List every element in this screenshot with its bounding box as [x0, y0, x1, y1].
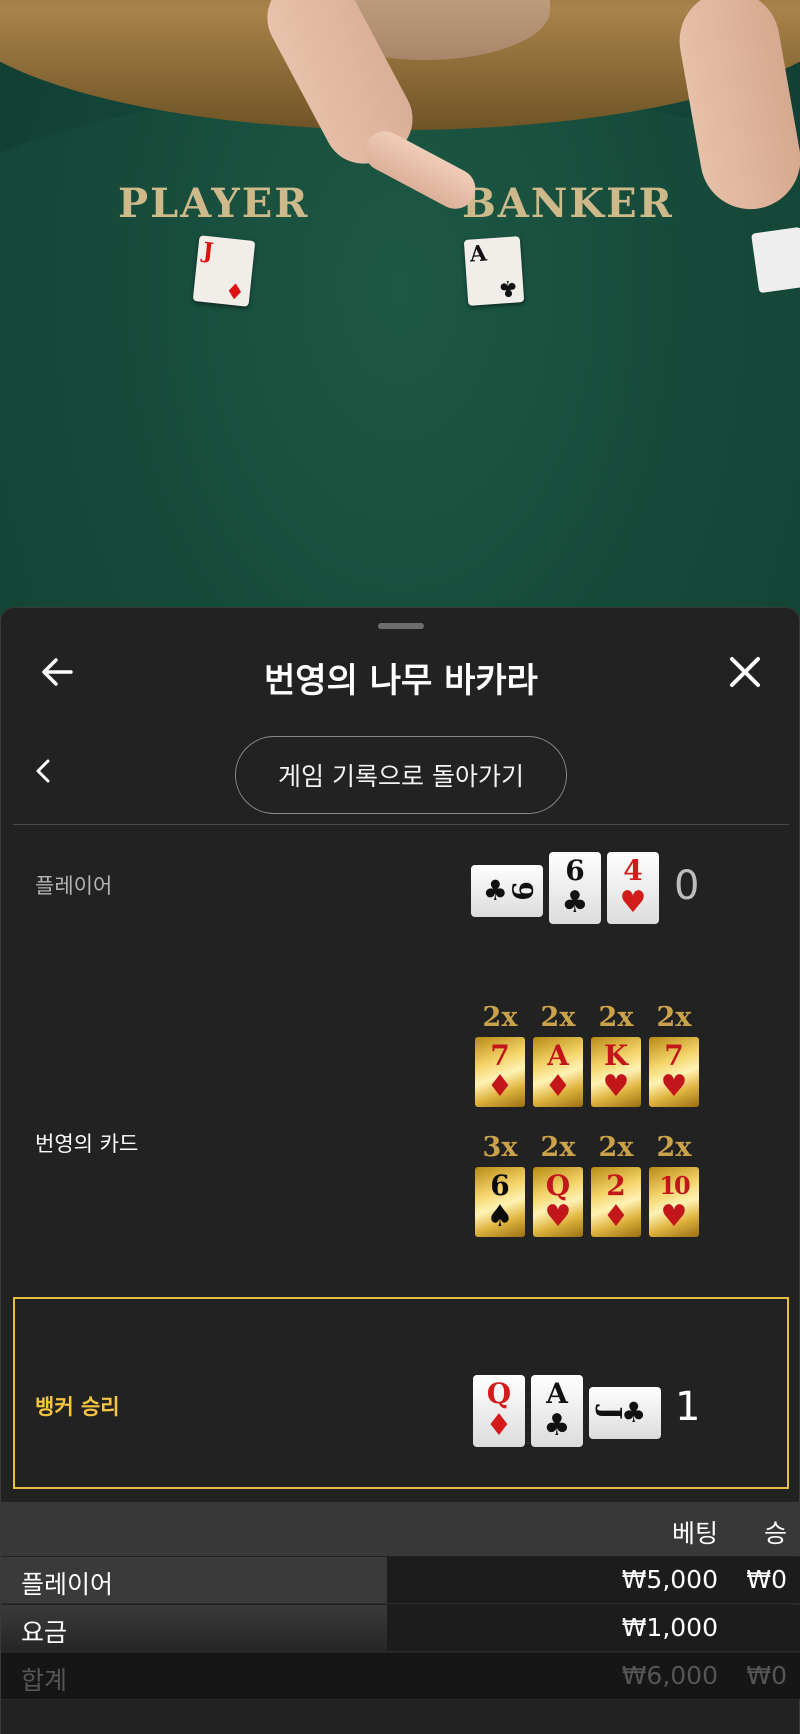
banker-total: 1 — [675, 1384, 701, 1430]
card-rank: 7 — [490, 1039, 510, 1072]
card-suit: ♣ — [561, 885, 589, 920]
win-amount: ₩0 — [746, 1565, 787, 1594]
banker-side-card: J♣ — [589, 1387, 661, 1439]
divider — [13, 824, 789, 825]
bonus-card: 7 ♥ — [649, 1037, 699, 1107]
card-rank: A — [546, 1377, 568, 1410]
card-suit: ♥ — [660, 1199, 688, 1234]
bonus-card: A ♦ — [533, 1037, 583, 1107]
card-suit: ♦ — [602, 1199, 630, 1234]
card-suit: ♥ — [544, 1199, 572, 1234]
table-banker-label: BANKER — [462, 180, 674, 227]
multiplier: 2x — [656, 1132, 692, 1163]
win-column-header: 승 — [763, 1519, 787, 1548]
card-rank: 2 — [606, 1169, 626, 1202]
card-rank: 9 — [505, 881, 539, 901]
bet-amount: ₩6,000 — [621, 1661, 718, 1690]
back-to-history-button[interactable]: 게임 기록으로 돌아가기 — [235, 736, 567, 814]
card-rank: 6 — [565, 854, 585, 887]
card-rank: 4 — [623, 854, 643, 887]
table-banker-card: A ♣ — [463, 236, 525, 306]
multiplier: 3x — [482, 1132, 518, 1163]
card-suit: ♦ — [486, 1069, 514, 1104]
table-row: 합계 ₩6,000 ₩0 — [1, 1653, 800, 1700]
card-suit: ♠ — [486, 1199, 514, 1234]
table-row: 요금 ₩1,000 — [1, 1605, 800, 1652]
card-rank: A — [547, 1039, 569, 1072]
win-amount: ₩0 — [746, 1661, 787, 1690]
bonus-card: K ♥ — [591, 1037, 641, 1107]
bonus-card: Q ♥ — [533, 1167, 583, 1237]
card-suit: ♦ — [544, 1069, 572, 1104]
bonus-card: 7 ♦ — [475, 1037, 525, 1107]
player-row-label: 플레이어 — [35, 874, 113, 898]
card-rank: A — [468, 240, 488, 268]
card-suit: ♥ — [619, 885, 647, 920]
page-title: 번영의 나무 바카라 — [264, 661, 538, 701]
bets-table-header: 베팅 승 — [1, 1502, 800, 1556]
multiplier: 2x — [656, 1002, 692, 1033]
player-total: 0 — [674, 863, 700, 909]
player-card: 6 ♣ — [549, 852, 601, 924]
card-rank: J — [201, 237, 215, 265]
card-rank: Q — [545, 1169, 571, 1202]
card-suit: ♣ — [497, 274, 520, 302]
banker-card: Q ♦ — [473, 1375, 525, 1447]
bet-name: 플레이어 — [21, 1570, 114, 1599]
card-suit: ♥ — [660, 1069, 688, 1104]
multiplier: 2x — [598, 1002, 634, 1033]
card-rank: K — [603, 1039, 629, 1072]
multiplier: 2x — [482, 1002, 518, 1033]
banker-card: A ♣ — [531, 1375, 583, 1447]
bet-amount: ₩1,000 — [621, 1613, 718, 1642]
player-card: 4 ♥ — [607, 852, 659, 924]
card-suit: ♦ — [485, 1408, 513, 1443]
bonus-card: 2 ♦ — [591, 1167, 641, 1237]
live-video-feed: PLAYER BANKER J ♦ A ♣ — [0, 0, 800, 640]
multiplier: 2x — [540, 1132, 576, 1163]
bet-name: 합계 — [21, 1666, 68, 1695]
banker-win-label: 뱅커 승리 — [35, 1395, 120, 1419]
bonus-card: 10 ♥ — [649, 1167, 699, 1237]
bonus-cards-label: 번영의 카드 — [35, 1132, 139, 1156]
table-player-label: PLAYER — [118, 180, 310, 227]
table-player-card: J ♦ — [192, 235, 256, 307]
card-rank: 10 — [659, 1171, 690, 1200]
card-suit: ♥ — [602, 1069, 630, 1104]
card-suit: ♣ — [543, 1408, 571, 1443]
chevron-left-icon[interactable] — [31, 756, 55, 786]
multiplier: 2x — [598, 1132, 634, 1163]
player-side-card: ♣9 — [471, 865, 543, 917]
card-rank: Q — [486, 1377, 512, 1410]
bet-amount: ₩5,000 — [621, 1565, 718, 1594]
multiplier: 2x — [540, 1002, 576, 1033]
card-shoe — [751, 226, 800, 294]
close-icon[interactable] — [725, 652, 765, 692]
card-rank: 6 — [490, 1169, 510, 1202]
bonus-card: 6 ♠ — [475, 1167, 525, 1237]
card-rank: J — [594, 1406, 628, 1420]
game-history-sheet: 번영의 나무 바카라 게임 기록으로 돌아가기 플레이어 ♣9 6 ♣ 4 ♥ … — [0, 607, 800, 1734]
card-rank: 7 — [664, 1039, 684, 1072]
banker-result-highlight — [13, 1297, 789, 1489]
bet-column-header: 베팅 — [671, 1519, 718, 1548]
drag-handle[interactable] — [378, 623, 424, 629]
card-suit: ♦ — [224, 276, 247, 305]
table-row: 플레이어 ₩5,000 ₩0 — [1, 1557, 800, 1604]
bet-name: 요금 — [21, 1618, 68, 1647]
